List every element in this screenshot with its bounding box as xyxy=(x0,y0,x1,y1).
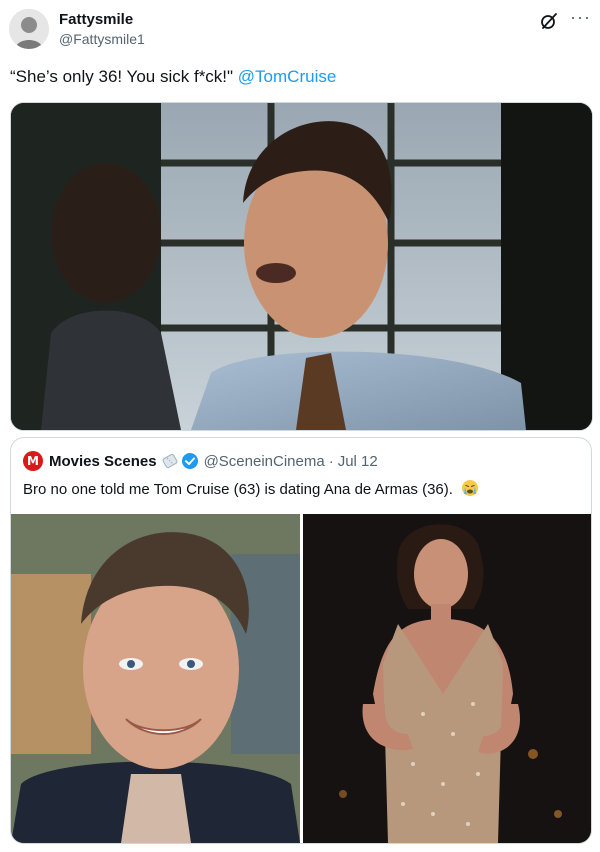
quoted-date[interactable]: Jul 12 xyxy=(338,453,378,470)
grok-icon[interactable] xyxy=(539,11,559,31)
tweet-text: “She’s only 36! You sick f*ck!" @TomCrui… xyxy=(10,66,336,88)
mention-link[interactable]: @TomCruise xyxy=(238,67,337,86)
portrait-photo-left xyxy=(11,514,300,843)
author-display-name[interactable]: Fattysmile xyxy=(59,11,133,28)
tweet-image[interactable] xyxy=(10,102,593,431)
tweet-header: Fattysmile @Fattysmile1 ··· xyxy=(9,7,591,53)
tweet-body: “She’s only 36! You sick f*ck!" xyxy=(10,67,238,86)
verified-badge-icon xyxy=(181,453,198,469)
movie-still-image xyxy=(11,103,592,430)
more-icon[interactable]: ··· xyxy=(570,7,591,28)
portrait-photo-right xyxy=(303,514,591,843)
quoted-handle[interactable]: @SceneinCinema xyxy=(204,453,325,470)
quoted-image-left[interactable] xyxy=(11,514,300,843)
quoted-tweet-header: M Movies Scenes @SceneinCinema · Jul 12 xyxy=(23,451,378,471)
quoted-tweet[interactable]: M Movies Scenes @SceneinCinema · Jul 12 … xyxy=(10,437,592,844)
author-handle[interactable]: @Fattysmile1 xyxy=(59,31,145,47)
quoted-image-right[interactable] xyxy=(303,514,591,843)
quoted-body: Bro no one told me Tom Cruise (63) is da… xyxy=(23,481,453,498)
ticket-icon xyxy=(162,453,178,469)
crying-face-emoji xyxy=(462,480,479,496)
quoted-display-name[interactable]: Movies Scenes xyxy=(49,453,157,470)
separator-dot: · xyxy=(328,452,334,470)
avatar[interactable] xyxy=(9,9,49,49)
quoted-avatar[interactable]: M xyxy=(23,451,43,471)
quoted-text: Bro no one told me Tom Cruise (63) is da… xyxy=(23,479,479,498)
